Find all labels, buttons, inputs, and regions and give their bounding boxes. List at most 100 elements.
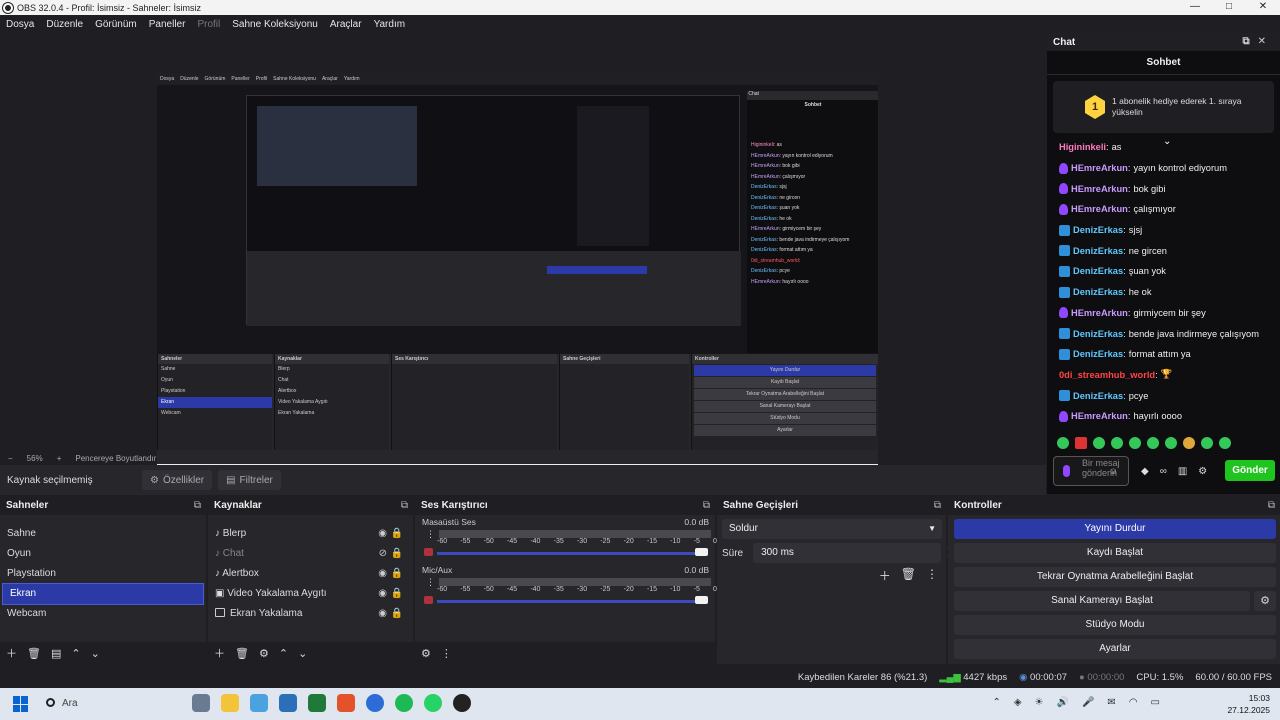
mail-icon[interactable]: ✉ <box>1107 697 1115 708</box>
settings-button[interactable]: Ayarlar <box>954 639 1276 659</box>
emote-icon[interactable] <box>1075 437 1087 449</box>
preview-area[interactable]: Dosya Düzenle Görünüm Paneller Profil Sahne K… <box>0 33 1034 478</box>
eye-hidden-icon[interactable]: ⊘ <box>379 544 387 564</box>
chevron-up-icon[interactable]: ⌃ <box>279 647 288 660</box>
stop-streaming-button[interactable]: Yayını Durdur <box>954 519 1276 539</box>
source-item[interactable]: ♪ Chat ⊘ 🔒 <box>208 544 413 564</box>
scene-item[interactable]: Playstation <box>0 564 206 584</box>
studio-mode-button[interactable]: Stüdyo Modu <box>954 615 1276 635</box>
xbox-app-icon[interactable] <box>308 694 326 712</box>
transition-select[interactable]: Soldur ▼ <box>722 519 942 539</box>
properties-button[interactable]: ⚙ Özellikler <box>142 470 213 490</box>
battery-icon[interactable]: ▭ <box>1151 697 1160 708</box>
trash-icon[interactable]: 🗑 <box>235 647 249 660</box>
lock-icon[interactable]: 🔒 <box>391 584 403 604</box>
whatsapp-icon[interactable] <box>424 694 442 712</box>
maximize-button[interactable]: □ <box>1212 0 1246 15</box>
photos-app-icon[interactable] <box>250 694 268 712</box>
add-icon[interactable]: ＋ <box>879 567 891 584</box>
virtual-camera-settings-icon[interactable]: ⚙ <box>1254 591 1276 611</box>
pinned-gift-banner[interactable]: 1 1 abonelik hediye ederek 1. sıraya yük… <box>1053 81 1274 147</box>
settings-app-icon[interactable] <box>192 694 210 712</box>
emote-icon[interactable] <box>1165 437 1177 449</box>
filters-button[interactable]: ▤ Filtreler <box>218 470 281 490</box>
zoom-in-button[interactable]: + <box>57 454 62 463</box>
menu-file[interactable]: Dosya <box>0 19 40 30</box>
start-virtual-camera-button[interactable]: Sanal Kamerayı Başlat <box>954 591 1250 611</box>
filter-icon[interactable]: ▤ <box>51 647 61 660</box>
volume-icon[interactable]: 🔊 <box>1057 697 1069 708</box>
float-icon[interactable]: ⧉ <box>1242 36 1257 47</box>
emote-icon[interactable] <box>1093 437 1105 449</box>
menu-profile[interactable]: Profil <box>191 19 226 30</box>
chevron-up-icon[interactable]: ⌃ <box>992 697 1000 708</box>
menu-edit[interactable]: Düzenle <box>40 19 89 30</box>
menu-tools[interactable]: Araçlar <box>324 19 368 30</box>
send-button[interactable]: Gönder <box>1225 460 1275 481</box>
eye-icon[interactable]: ◉ <box>378 524 387 544</box>
link-icon[interactable]: ∞ <box>1160 466 1167 477</box>
close-icon[interactable]: ✕ <box>1258 36 1274 47</box>
volume-slider-handle[interactable] <box>695 596 708 604</box>
kebab-menu-icon[interactable]: ⋮ <box>441 647 452 660</box>
eye-icon[interactable]: ◉ <box>378 584 387 604</box>
start-replay-buffer-button[interactable]: Tekrar Oynatma Arabelleğini Başlat <box>954 567 1276 587</box>
trash-icon[interactable]: 🗑 <box>27 647 41 660</box>
taskbar-search[interactable]: Ara <box>40 692 176 716</box>
emote-icon[interactable] <box>1057 437 1069 449</box>
scene-item[interactable]: Webcam <box>0 604 206 624</box>
source-item[interactable]: ♪ Alertbox ◉ 🔒 <box>208 564 413 584</box>
kebab-menu-icon[interactable]: ⋮ <box>426 529 435 540</box>
eye-icon[interactable]: ◉ <box>378 564 387 584</box>
lock-icon[interactable]: 🔒 <box>391 524 403 544</box>
wifi-icon[interactable]: ◠ <box>1129 697 1138 708</box>
float-icon[interactable]: ⧉ <box>703 497 710 515</box>
lock-icon[interactable]: 🔒 <box>391 544 403 564</box>
source-item[interactable]: Ekran Yakalama ◉ 🔒 <box>208 604 413 624</box>
kebab-menu-icon[interactable]: ⋮ <box>426 577 435 588</box>
store-icon[interactable]: ▥ <box>1178 466 1187 477</box>
emote-icon[interactable] <box>1201 437 1213 449</box>
scene-item[interactable]: Sahne <box>0 524 206 544</box>
minimize-button[interactable]: — <box>1178 0 1212 15</box>
duration-input[interactable]: 300 ms▲▼ <box>753 543 953 563</box>
obs-taskbar-icon[interactable] <box>453 694 471 712</box>
emote-icon[interactable] <box>1183 437 1195 449</box>
scene-item[interactable]: Oyun <box>0 544 206 564</box>
bits-icon[interactable]: ◆ <box>1141 466 1149 477</box>
menu-view[interactable]: Görünüm <box>89 19 143 30</box>
emoji-icon[interactable]: ☺ <box>1109 466 1118 476</box>
close-window-button[interactable]: ✕ <box>1246 0 1280 15</box>
taskbar-clock[interactable]: 15:03 27.12.2025 <box>1227 692 1270 716</box>
menu-scene-collection[interactable]: Sahne Koleksiyonu <box>226 19 324 30</box>
chevron-down-icon[interactable]: ⌄ <box>91 647 100 660</box>
source-item[interactable]: ▣ Video Yakalama Aygıtı ◉ 🔒 <box>208 584 413 604</box>
speaker-icon[interactable] <box>424 548 433 556</box>
browser-icon[interactable] <box>366 694 384 712</box>
add-icon[interactable]: ＋ <box>6 645 17 661</box>
eye-icon[interactable]: ◉ <box>378 604 387 624</box>
float-icon[interactable]: ⧉ <box>401 497 408 515</box>
windows-start-icon[interactable] <box>13 696 29 712</box>
lock-icon[interactable]: 🔒 <box>391 604 403 624</box>
app-tray-icon[interactable]: ◈ <box>1014 697 1022 708</box>
kebab-menu-icon[interactable]: ⋮ <box>926 567 938 584</box>
fit-to-window-button[interactable]: Pencereye Boyutlandır <box>75 454 156 463</box>
settings-icon[interactable]: ⚙ <box>1198 466 1207 477</box>
volume-slider[interactable] <box>437 600 707 603</box>
program-preview[interactable]: Dosya Düzenle Görünüm Paneller Profil Sahne K… <box>157 73 878 478</box>
volume-slider[interactable] <box>437 552 707 555</box>
emote-icon[interactable] <box>1147 437 1159 449</box>
emote-icon[interactable] <box>1129 437 1141 449</box>
menu-docks[interactable]: Paneller <box>143 19 192 30</box>
advanced-audio-icon[interactable]: ⚙ <box>421 647 431 660</box>
scene-item-selected[interactable]: Ekran <box>2 583 204 605</box>
menu-help[interactable]: Yardım <box>368 19 412 30</box>
spotify-icon[interactable] <box>395 694 413 712</box>
trash-icon[interactable]: 🗑 <box>901 567 916 584</box>
brightness-icon[interactable]: ☀ <box>1035 697 1044 708</box>
emote-icon[interactable] <box>1111 437 1123 449</box>
float-icon[interactable]: ⧉ <box>934 497 941 515</box>
mic-icon[interactable] <box>424 596 433 604</box>
store-app-icon[interactable] <box>279 694 297 712</box>
